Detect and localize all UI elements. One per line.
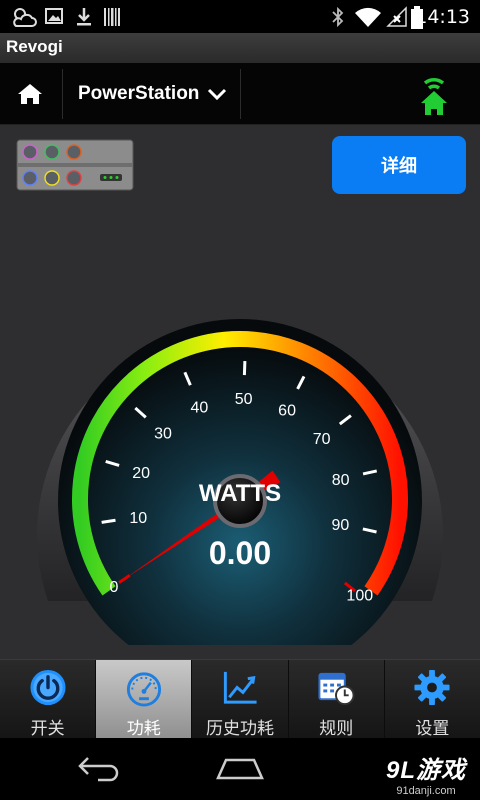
- home-icon: [18, 84, 42, 104]
- status-bar: 14:13: [0, 0, 480, 33]
- gauge-unit-label: WATTS: [198, 480, 282, 507]
- barcode-icon: [104, 8, 120, 26]
- gauge-tick: [101, 518, 116, 524]
- system-nav-bar: 9L游戏 91danji.com: [0, 738, 480, 800]
- line-chart-icon: [223, 671, 257, 704]
- power-icon: [30, 669, 66, 706]
- weather-icon: [13, 8, 37, 27]
- watermark: 9L游戏 91danji.com: [386, 750, 466, 797]
- gauge-tick-label: 0: [110, 579, 119, 596]
- gauge-tick-label: 70: [313, 431, 331, 448]
- tab-label: 规则: [319, 719, 354, 738]
- download-icon: [77, 8, 91, 26]
- bottom-tab-bar: 开关 功耗 历史功耗 规则 设置: [0, 659, 480, 739]
- gauge-tick-label: 60: [278, 402, 296, 419]
- main-panel: 详细 0 10 20 30 40 50 60 70 80 90 100 WATT…: [0, 125, 480, 659]
- power-gauge: 010203040 5060708090100: [36, 319, 443, 645]
- tab-switch[interactable]: 开关: [0, 660, 97, 739]
- gauge-tick-label: 40: [191, 399, 209, 416]
- nav-bar: PowerStation: [0, 63, 480, 125]
- wifi-icon: [355, 7, 381, 28]
- back-icon[interactable]: [76, 754, 122, 782]
- no-sim-icon: [386, 6, 407, 27]
- chevron-down-icon: [208, 88, 227, 101]
- status-time: 14:13: [415, 6, 470, 28]
- gauge-tick-label: 10: [129, 510, 147, 527]
- home-button[interactable]: [0, 63, 60, 125]
- watermark-logo: 9L游戏: [385, 757, 466, 784]
- calendar-clock-icon: [318, 672, 355, 706]
- tab-power-consumption[interactable]: 功耗: [96, 660, 193, 739]
- gear-icon: [414, 669, 450, 706]
- tab-history[interactable]: 历史功耗: [192, 660, 289, 739]
- nav-divider: [240, 69, 241, 119]
- tab-label: 设置: [415, 719, 450, 738]
- nav-divider: [62, 69, 63, 119]
- tab-label: 历史功耗: [206, 719, 274, 738]
- gauge-tick-label: 90: [332, 517, 350, 534]
- watermark-url: 91danji.com: [396, 785, 456, 797]
- tab-rules[interactable]: 规则: [288, 660, 385, 739]
- speedometer-icon: [126, 672, 161, 707]
- image-icon: [45, 8, 63, 24]
- gauge-tick-label: 50: [235, 391, 253, 408]
- tab-label: 开关: [30, 719, 65, 738]
- device-selector[interactable]: PowerStation: [66, 63, 238, 125]
- gauge-tick-label: 30: [154, 426, 172, 443]
- detail-button[interactable]: 详细: [332, 136, 466, 194]
- home-key-icon[interactable]: [214, 756, 266, 782]
- gauge-tick-label: 100: [346, 588, 373, 605]
- wifi-home-icon[interactable]: [404, 71, 464, 117]
- tab-settings[interactable]: 设置: [384, 660, 480, 739]
- power-strip-image: [16, 139, 134, 191]
- app-title: Revogi: [0, 33, 480, 63]
- power-reading: 0.00: [208, 535, 272, 571]
- device-name: PowerStation: [78, 83, 200, 104]
- tab-label: 功耗: [126, 719, 161, 738]
- bluetooth-icon: [332, 6, 344, 28]
